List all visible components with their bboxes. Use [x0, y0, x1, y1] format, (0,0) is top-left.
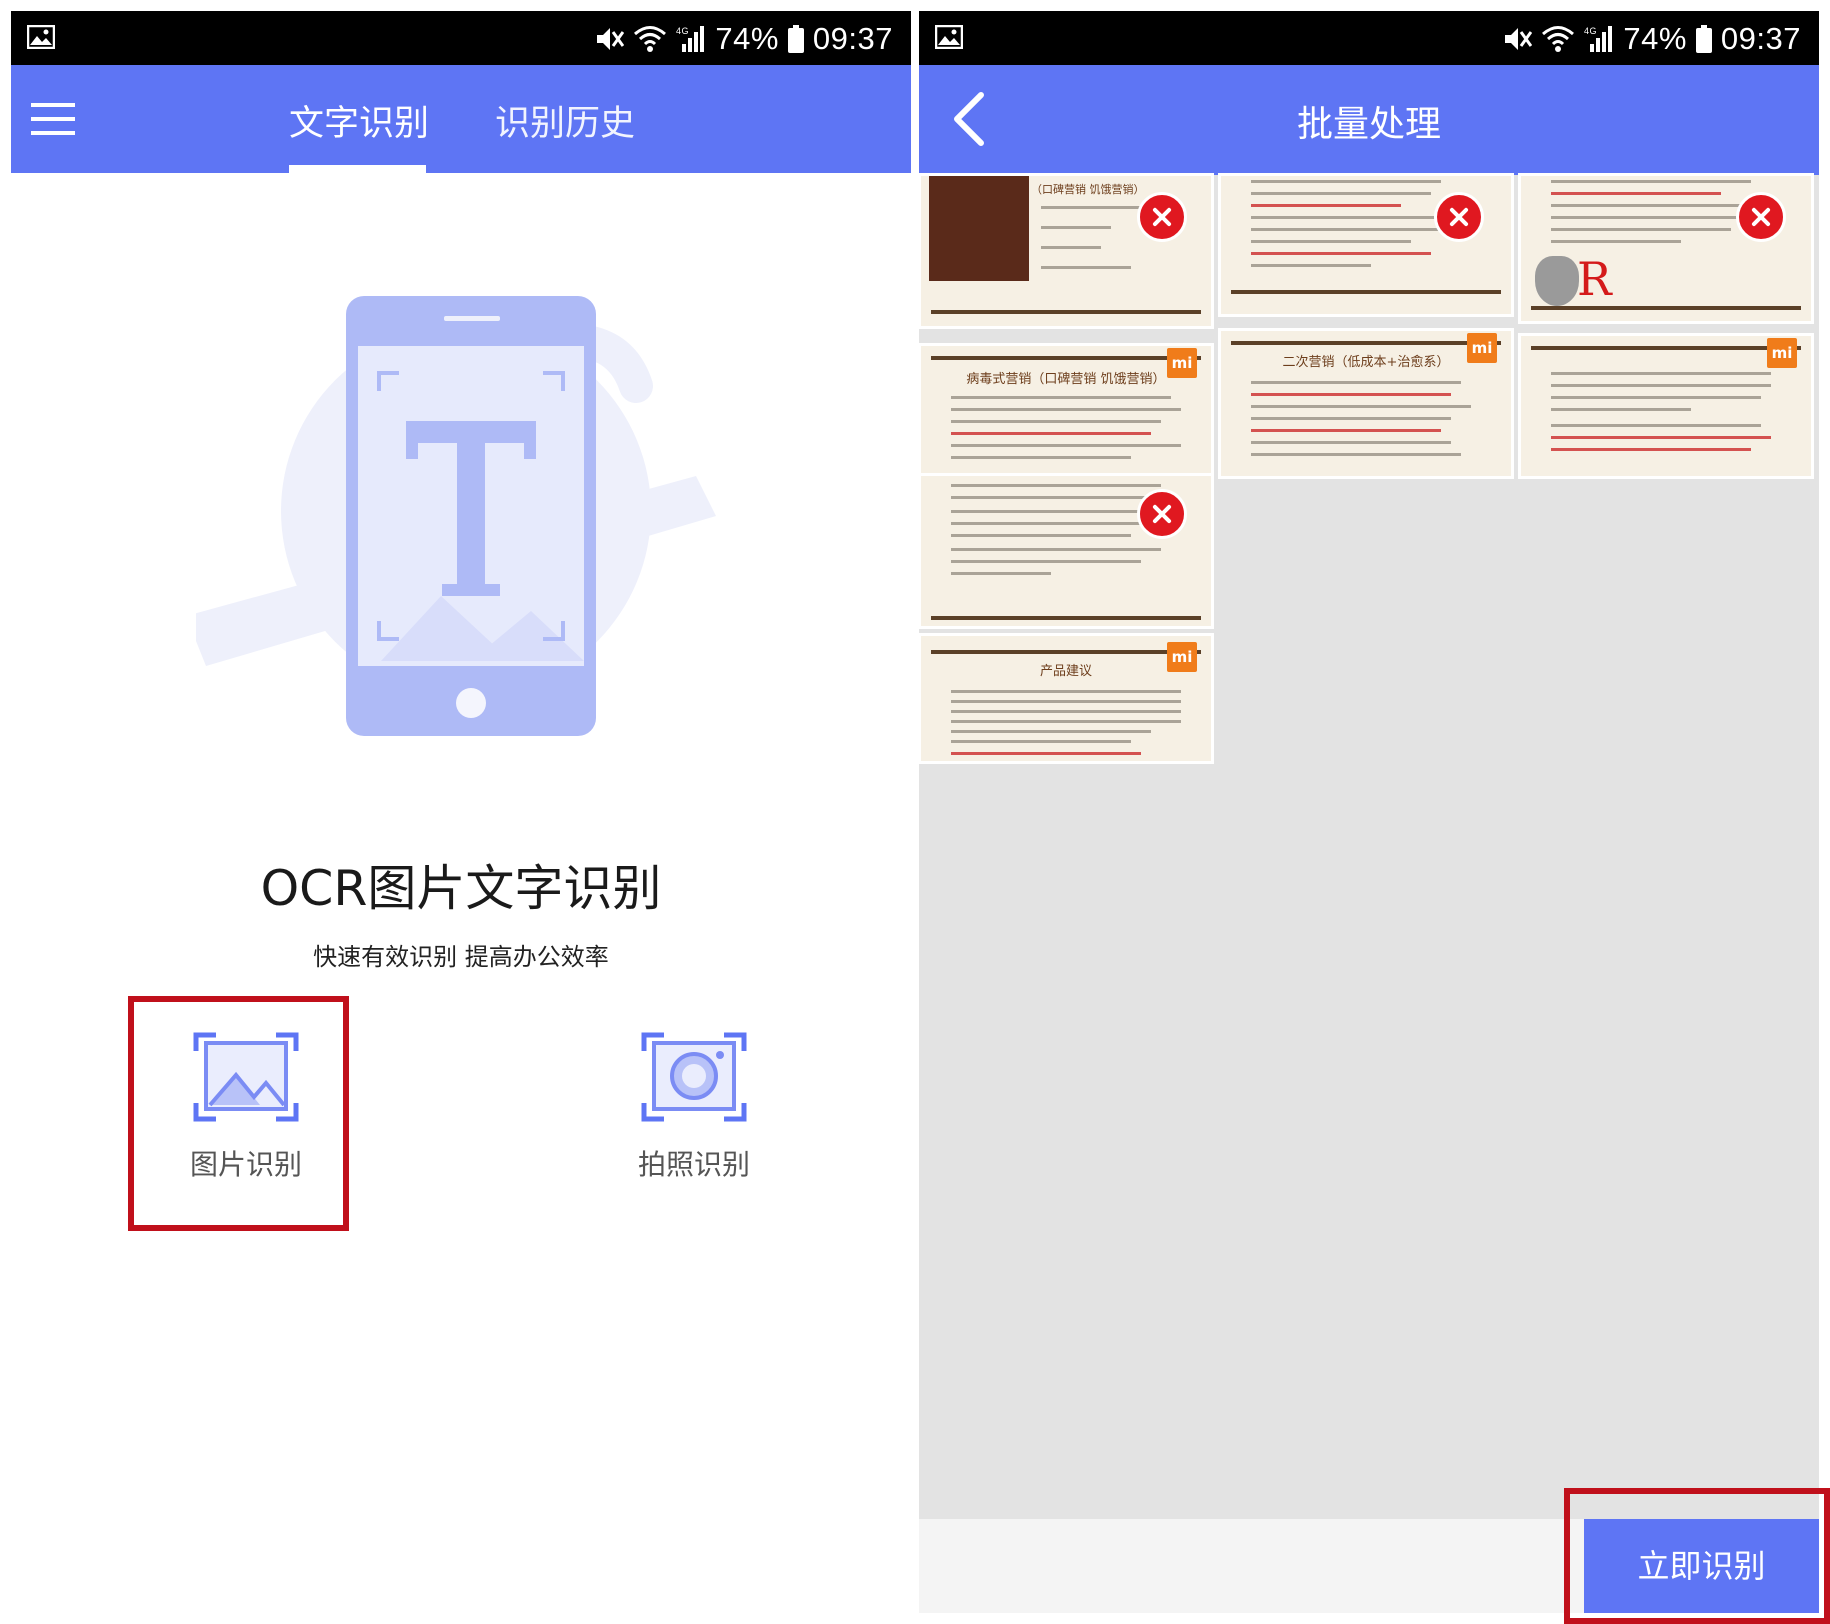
thumbnail-item[interactable]: mi — [1521, 336, 1811, 476]
page-subtitle: 快速有效识别 提高办公效率 — [313, 943, 609, 971]
battery-percent: 74% — [1623, 21, 1687, 56]
battery-percent: 74% — [715, 21, 779, 56]
svg-text:4G: 4G — [1584, 26, 1597, 36]
wifi-icon — [634, 26, 667, 52]
letter-r-mark: R — [1577, 252, 1612, 306]
active-tab-indicator — [289, 165, 426, 173]
thumbnail-item[interactable]: mi 二次营销（低成本+治愈系） — [1221, 331, 1511, 476]
signal-4g-icon: 4G — [1584, 26, 1613, 52]
wifi-icon — [1542, 26, 1575, 52]
tab-recognition-history[interactable]: 识别历史 — [495, 95, 635, 146]
thumbnail-item[interactable]: （口碑营销 饥饿营销） — [921, 176, 1211, 326]
phone-ocr-illustration — [196, 296, 716, 736]
delete-thumbnail-button[interactable] — [1137, 192, 1187, 242]
delete-thumbnail-button[interactable] — [1736, 192, 1786, 242]
thumbnail-item[interactable] — [1221, 176, 1511, 314]
slide-photo — [929, 176, 1029, 281]
clock: 09:37 — [812, 21, 893, 56]
thumbnail-item[interactable]: mi 病毒式营销（口碑营销 饥饿营销） — [921, 346, 1211, 476]
thumbnail-item[interactable]: R — [1521, 176, 1811, 321]
battery-icon — [1695, 25, 1712, 53]
slide-title: 产品建议 — [1039, 664, 1092, 679]
app-bar: 批量处理 — [919, 65, 1819, 175]
highlight-box-image-recognition — [128, 996, 349, 1231]
thumbnail-item[interactable]: mi 产品建议 — [921, 636, 1211, 761]
signal-4g-icon: 4G — [676, 26, 705, 52]
apple-logo — [1535, 256, 1579, 306]
camera-scan-icon — [641, 1032, 747, 1122]
ocr-home-screen: 4G 74% 09:37 文字识别 识别历史 OCR图片文字识别 快速有效识别 … — [11, 11, 911, 1613]
photo-recognition-label: 拍照识别 — [637, 1148, 750, 1181]
menu-icon[interactable] — [31, 99, 77, 139]
delete-thumbnail-button[interactable] — [1434, 192, 1484, 242]
gallery-notification-icon — [27, 25, 55, 49]
status-bar: 4G 74% 09:37 — [11, 11, 911, 65]
clock: 09:37 — [1720, 21, 1801, 56]
mi-logo: mi — [1767, 338, 1797, 368]
slide-title: 二次营销（低成本+治愈系） — [1282, 355, 1450, 370]
slide-title: （口碑营销 饥饿营销） — [1031, 183, 1145, 196]
gallery-notification-icon — [935, 25, 963, 49]
battery-icon — [787, 25, 804, 53]
slide-title: 病毒式营销（口碑营销 饥饿营销） — [966, 372, 1166, 387]
screen-title: 批量处理 — [1296, 104, 1441, 145]
batch-process-screen: 4G 74% 09:37 批量处理 （口碑营销 饥饿营销） R mi 病毒式营销… — [919, 11, 1819, 1613]
status-bar: 4G 74% 09:37 — [919, 11, 1819, 65]
highlight-box-recognize-now — [1564, 1488, 1830, 1624]
app-bar: 文字识别 识别历史 — [11, 65, 911, 173]
svg-text:4G: 4G — [676, 26, 689, 36]
mute-icon — [1505, 28, 1533, 50]
delete-thumbnail-button[interactable] — [1137, 489, 1187, 539]
tab-text-recognition[interactable]: 文字识别 — [289, 95, 429, 146]
mute-icon — [597, 28, 625, 50]
thumbnail-item[interactable] — [921, 476, 1211, 626]
page-title: OCR图片文字识别 — [260, 860, 662, 917]
photo-recognition-button[interactable]: 拍照识别 — [604, 1031, 784, 1183]
